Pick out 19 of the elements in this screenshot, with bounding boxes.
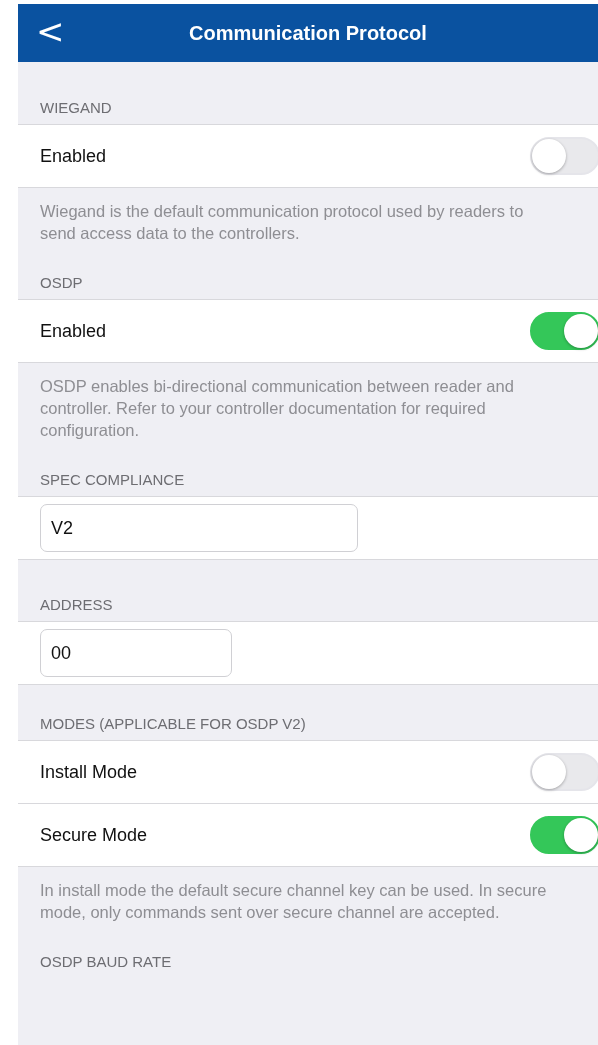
section-header: OSDP bbox=[39, 273, 84, 293]
screen-title: Communication Protocol bbox=[189, 21, 427, 45]
text-field[interactable]: V2 bbox=[40, 504, 358, 552]
toggle-switch[interactable] bbox=[530, 312, 598, 350]
setting-label: Enabled bbox=[40, 320, 107, 342]
section-header: OSDP BAUD RATE bbox=[39, 952, 173, 972]
text-field[interactable]: 00 bbox=[40, 629, 232, 677]
footnote: OSDP enables bi-directional communication between reader and controller. Refer to your controller documentation for required configuration. bbox=[39, 376, 515, 441]
section-header: SPEC COMPLIANCE bbox=[39, 470, 186, 490]
toggle-switch[interactable] bbox=[530, 816, 598, 854]
footnote: Wiegand is the default communication protocol used by readers to send access data to the controllers. bbox=[39, 201, 525, 244]
back-button[interactable]: < bbox=[32, 12, 69, 50]
section-header: MODES (APPLICABLE FOR OSDP V2) bbox=[39, 714, 307, 734]
section-header: WIEGAND bbox=[39, 98, 113, 118]
footnote: In install mode the default secure channel key can be used. In secure mode, only commands sent over secure channel are accepted. bbox=[39, 880, 548, 923]
setting-label: Install Mode bbox=[40, 761, 138, 783]
setting-label: Enabled bbox=[40, 145, 107, 167]
setting-label: Secure Mode bbox=[40, 824, 148, 846]
section-header: ADDRESS bbox=[39, 595, 114, 615]
